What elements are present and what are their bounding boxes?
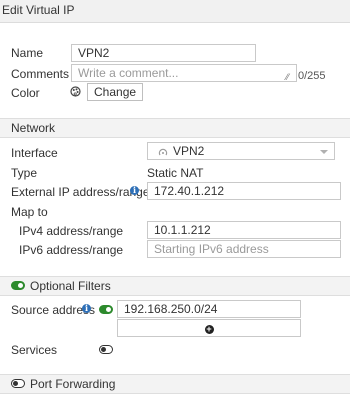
color-label: Color	[11, 86, 40, 100]
optional-filters-title: Optional Filters	[30, 279, 111, 293]
name-label: Name	[11, 46, 44, 60]
change-color-button[interactable]: Change	[87, 83, 144, 101]
resize-grip-icon[interactable]: ⁄⁄	[286, 72, 289, 82]
external-ip-input[interactable]	[147, 182, 341, 200]
comments-counter: 0/255	[298, 70, 326, 82]
ipv6-input[interactable]	[147, 240, 341, 258]
palette-icon	[70, 86, 81, 100]
info-icon[interactable]: i	[130, 186, 139, 195]
source-address-toggle[interactable]	[99, 305, 113, 314]
source-address-entry[interactable]: 192.168.250.0/24	[117, 300, 301, 318]
comments-label: Comments	[11, 67, 70, 81]
ipv4-label: IPv4 address/range	[19, 224, 124, 238]
interface-select[interactable]: VPN2	[147, 142, 335, 160]
source-address-value: 192.168.250.0/24	[124, 302, 218, 316]
dialog-title: Edit Virtual IP	[2, 3, 75, 17]
services-label: Services	[11, 343, 58, 357]
comments-input[interactable]	[71, 64, 297, 82]
dropdown-arrow-icon	[320, 150, 328, 154]
info-icon[interactable]: i	[82, 304, 91, 313]
add-source-address-button[interactable]: +	[117, 319, 301, 337]
ipv4-input[interactable]	[147, 221, 341, 239]
optional-filters-toggle[interactable]	[11, 281, 25, 290]
network-section-header: Network	[0, 118, 350, 138]
port-forwarding-section-header: Port Forwarding	[0, 374, 350, 394]
map-to-label: Map to	[11, 205, 48, 219]
type-label: Type	[11, 166, 38, 180]
external-ip-label: External IP address/range	[11, 185, 150, 199]
optional-filters-section-header: Optional Filters	[0, 276, 350, 296]
ipv6-label: IPv6 address/range	[19, 243, 124, 257]
services-toggle[interactable]	[99, 345, 113, 354]
name-input[interactable]	[71, 44, 256, 62]
interface-icon	[158, 146, 168, 160]
type-value: Static NAT	[147, 166, 204, 180]
interface-value: VPN2	[173, 144, 205, 158]
port-forwarding-title: Port Forwarding	[30, 377, 116, 391]
port-forwarding-toggle[interactable]	[11, 379, 25, 388]
plus-circle-icon: +	[204, 324, 214, 334]
interface-label: Interface	[11, 146, 58, 160]
dialog-title-bar: Edit Virtual IP	[0, 0, 350, 23]
network-section-title: Network	[11, 121, 56, 135]
